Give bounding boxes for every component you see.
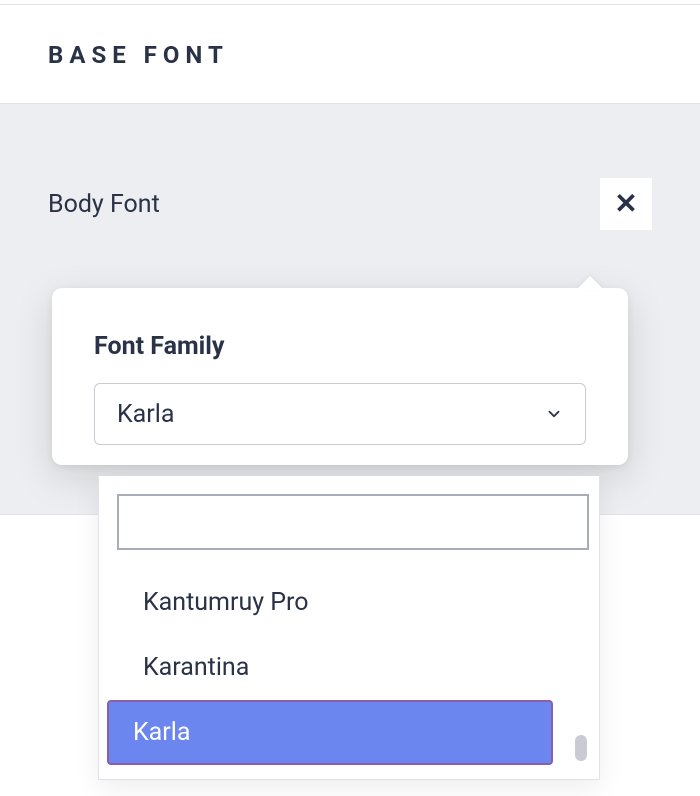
popover-heading: Font Family — [94, 332, 586, 361]
body-font-row: Body Font ✕ — [48, 178, 652, 230]
close-icon: ✕ — [614, 190, 637, 218]
font-dropdown: Kantumruy Pro Karantina Karla — [98, 476, 600, 780]
chevron-down-icon — [545, 405, 563, 423]
scrollbar-thumb[interactable] — [575, 735, 587, 761]
font-option[interactable]: Karantina — [117, 635, 553, 700]
font-options-list: Kantumruy Pro Karantina Karla — [117, 570, 589, 765]
close-button[interactable]: ✕ — [600, 178, 652, 230]
font-search-input[interactable] — [117, 494, 589, 550]
font-family-select[interactable]: Karla — [94, 383, 586, 445]
select-value: Karla — [117, 400, 174, 429]
font-picker-popover: Font Family Karla Kantumruy Pro Karantin… — [52, 288, 628, 465]
font-option-selected[interactable]: Karla — [107, 700, 553, 765]
section-title: BASE FONT — [48, 41, 652, 69]
body-font-label: Body Font — [48, 190, 160, 219]
section-header: BASE FONT — [0, 5, 700, 104]
font-option[interactable]: Kantumruy Pro — [117, 570, 553, 635]
